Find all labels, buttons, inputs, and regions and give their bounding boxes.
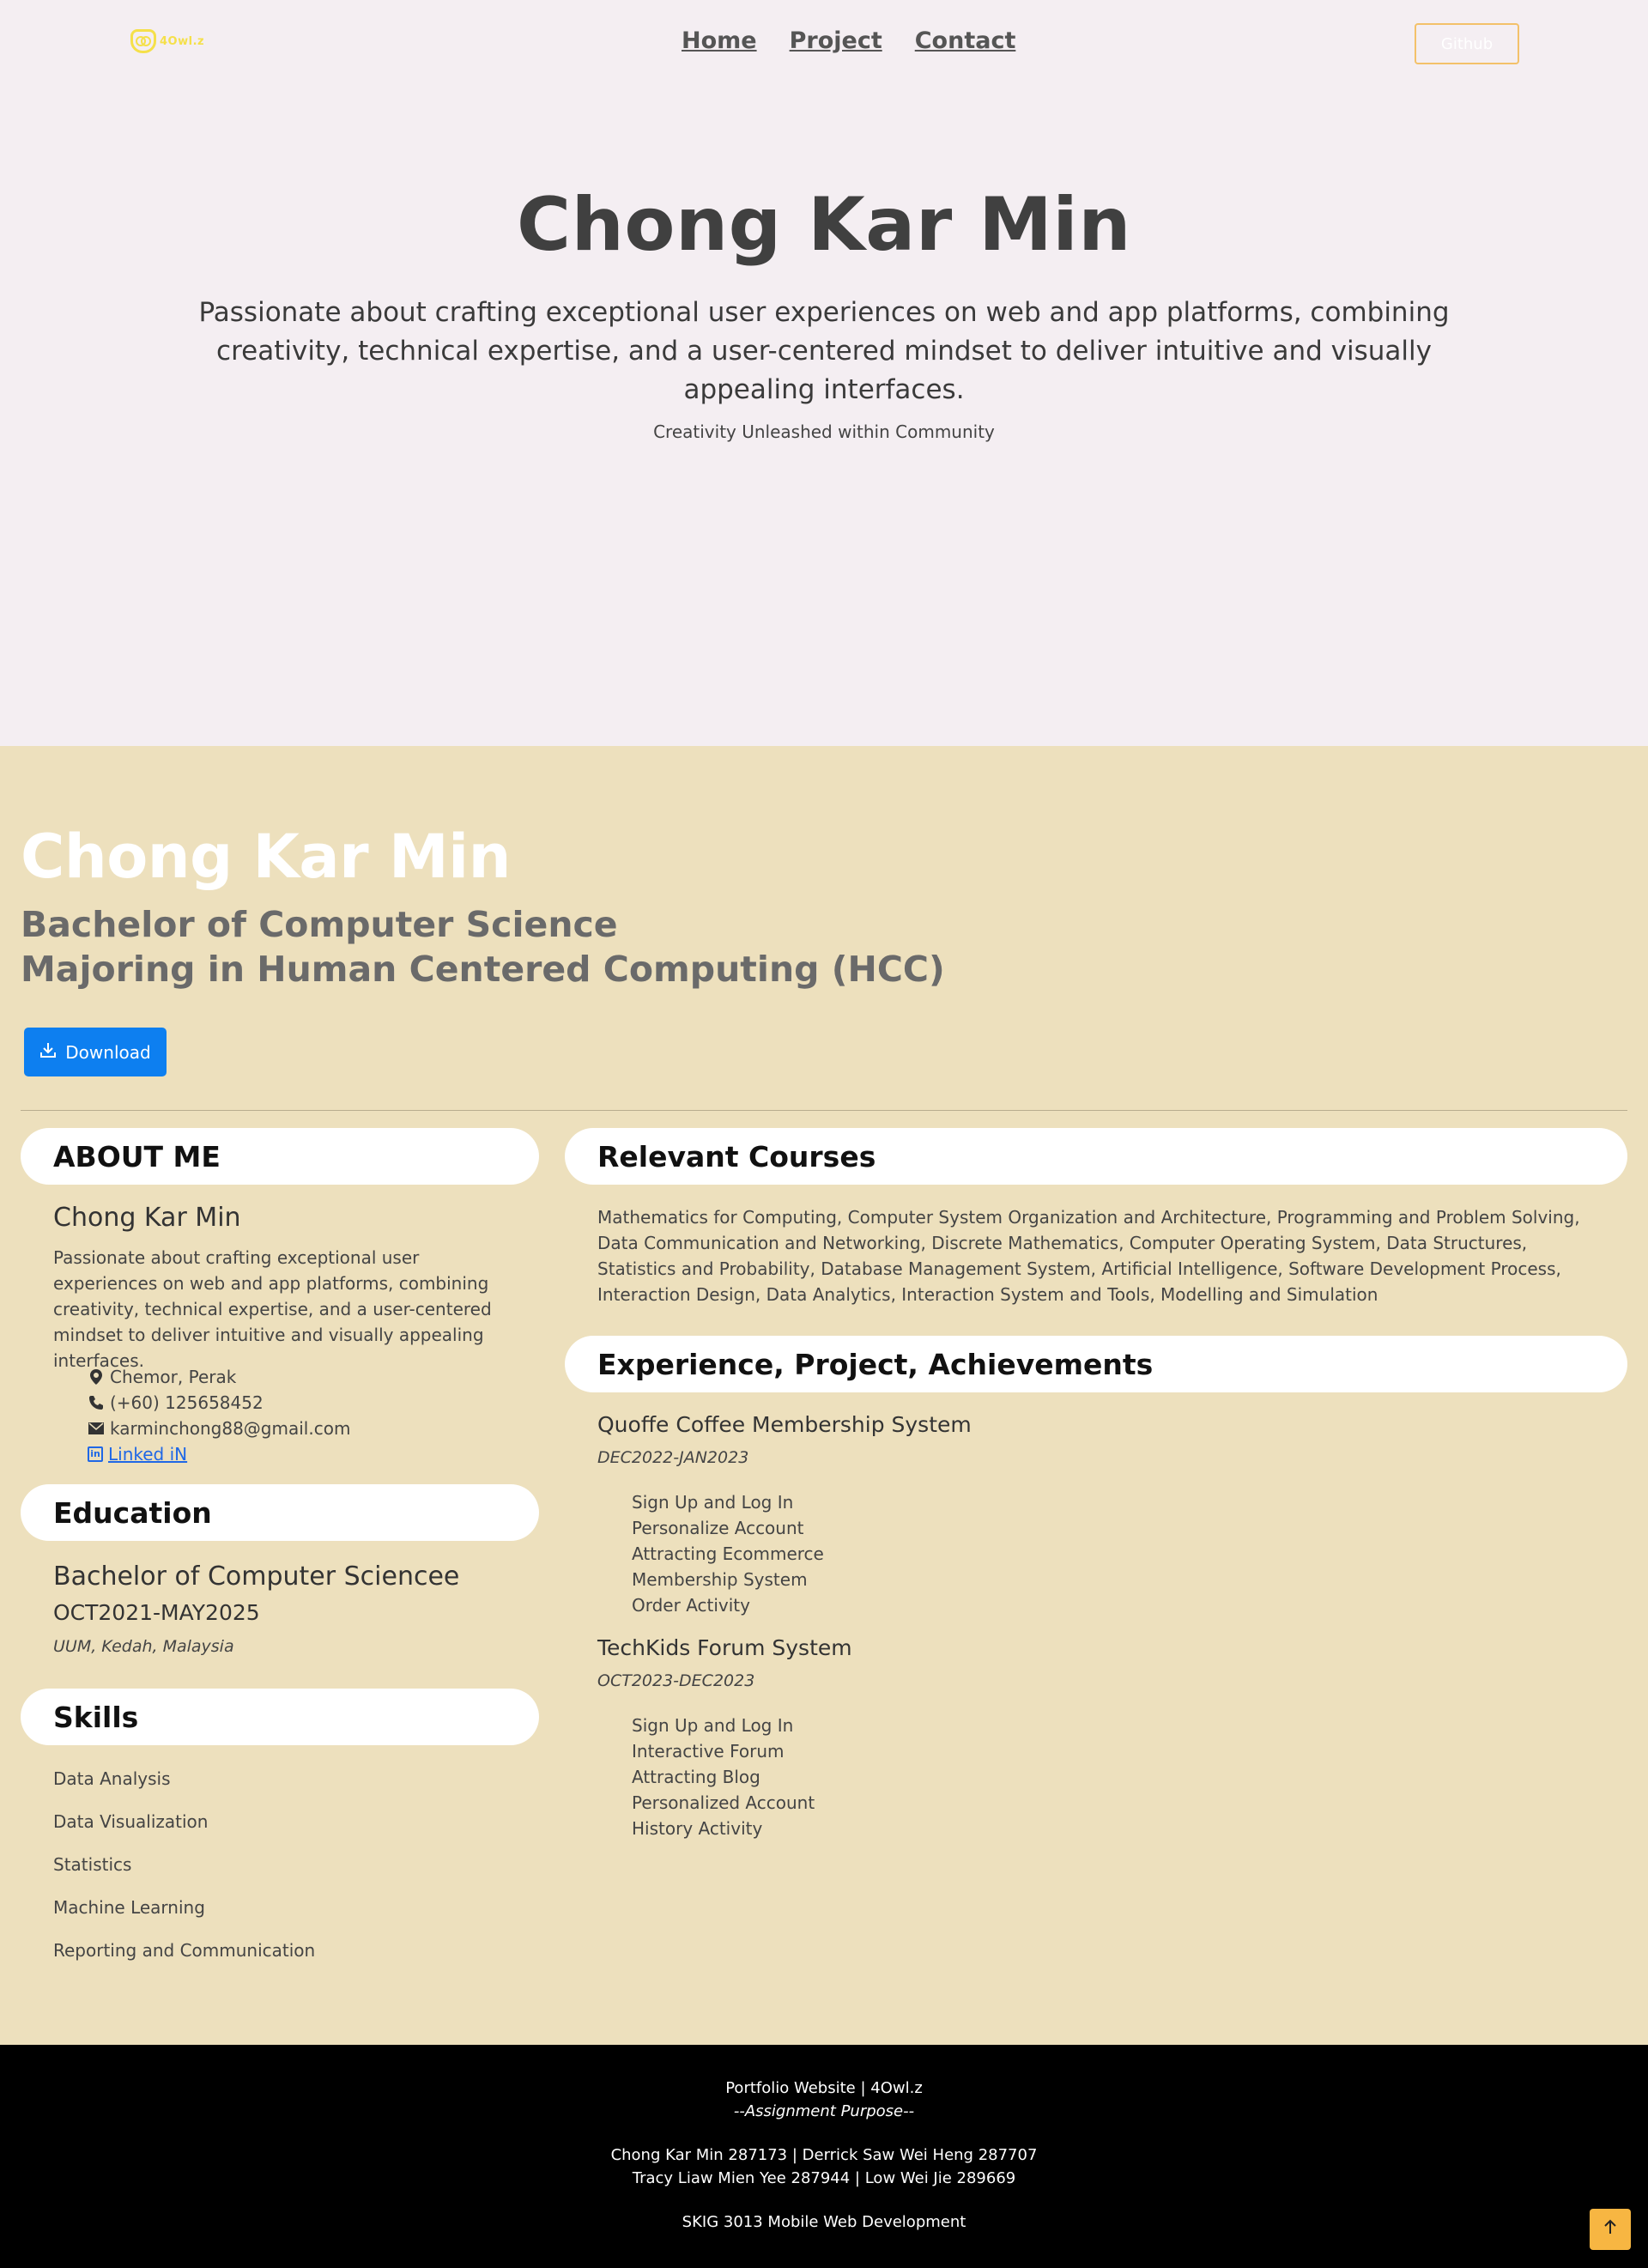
- nav-links: Home Project Contact: [682, 27, 1015, 54]
- logo[interactable]: 4Owl.z: [130, 29, 204, 53]
- project-date: DEC2022-JAN2023: [597, 1448, 749, 1467]
- profile-name: Chong Kar Min: [21, 822, 511, 892]
- skill-item: Data Visualization: [53, 1811, 209, 1832]
- nav-link-project[interactable]: Project: [790, 27, 882, 54]
- footer-site-line: Portfolio Website | 4Owl.z: [725, 2079, 923, 2097]
- project-feature: Interactive Forum: [632, 1741, 785, 1762]
- degree-line-2: Majoring in Human Centered Computing (HC…: [21, 949, 945, 990]
- about-name: Chong Kar Min: [53, 1203, 241, 1233]
- email-text: karminchong88@gmail.com: [110, 1418, 351, 1439]
- education-place: UUM, Kedah, Malaysia: [53, 1637, 234, 1656]
- contact-location: Chemor, Perak: [88, 1364, 350, 1390]
- hero-tagline: Creativity Unleashed within Community: [653, 421, 995, 442]
- github-button[interactable]: Github: [1415, 23, 1519, 64]
- footer: Portfolio Website | 4Owl.z --Assignment …: [0, 2045, 1648, 2268]
- degree-line-1: Bachelor of Computer Science: [21, 904, 618, 945]
- project-feature: Personalized Account: [632, 1792, 815, 1813]
- phone-text: (+60) 125658452: [110, 1392, 264, 1413]
- footer-members-1: Chong Kar Min 287173 | Derrick Saw Wei H…: [610, 2146, 1038, 2164]
- footer-course: SKIG 3013 Mobile Web Development: [682, 2213, 966, 2231]
- linkedin-link[interactable]: Linked iN: [108, 1441, 187, 1467]
- nav-link-home[interactable]: Home: [682, 27, 757, 54]
- education-heading: Education: [21, 1484, 539, 1541]
- arrow-up-icon: [1603, 2218, 1618, 2241]
- footer-purpose: --Assignment Purpose--: [733, 2102, 915, 2120]
- skill-item: Reporting and Communication: [53, 1940, 316, 1961]
- download-icon: [39, 1041, 57, 1063]
- project-feature-list: Sign Up and Log In Interactive Forum Att…: [632, 1713, 815, 1841]
- project-feature: Sign Up and Log In: [632, 1492, 794, 1513]
- profile-section: Chong Kar Min Bachelor of Computer Scien…: [0, 746, 1648, 2045]
- skill-item: Machine Learning: [53, 1897, 205, 1918]
- download-button[interactable]: Download: [24, 1028, 167, 1076]
- contact-email: karminchong88@gmail.com: [88, 1416, 350, 1441]
- project-date: OCT2023-DEC2023: [597, 1671, 755, 1690]
- hero-description: Passionate about crafting exceptional us…: [198, 297, 1450, 405]
- map-pin-icon: [88, 1369, 105, 1385]
- phone-icon: [88, 1395, 105, 1410]
- logo-text: 4Owl.z: [160, 34, 205, 48]
- contact-list: Chemor, Perak (+60) 125658452 karminchon…: [88, 1364, 350, 1467]
- project-feature: Personalize Account: [632, 1518, 804, 1538]
- skills-heading: Skills: [21, 1689, 539, 1745]
- owl-logo-icon: [130, 29, 156, 53]
- footer-members-2: Tracy Liaw Mien Yee 287944 | Low Wei Jie…: [632, 2169, 1016, 2187]
- project-feature: History Activity: [632, 1818, 763, 1839]
- courses-text: Mathematics for Computing, Computer Syst…: [597, 1207, 1580, 1305]
- project-title: TechKids Forum System: [597, 1635, 852, 1660]
- envelope-icon: [88, 1422, 105, 1434]
- skill-item: Statistics: [53, 1854, 132, 1875]
- project-feature: Attracting Ecommerce: [632, 1543, 824, 1564]
- education-dates: OCT2021-MAY2025: [53, 1600, 260, 1625]
- courses-heading: Relevant Courses: [565, 1128, 1627, 1185]
- project-title: Quoffe Coffee Membership System: [597, 1412, 972, 1437]
- top-navbar: 4Owl.z Home Project Contact Github: [0, 0, 1648, 86]
- project-feature: Membership System: [632, 1569, 808, 1590]
- back-to-top-button[interactable]: [1590, 2209, 1631, 2250]
- skills-list: Data Analysis Data Visualization Statist…: [53, 1766, 315, 1980]
- contact-linkedin[interactable]: in Linked iN: [88, 1441, 350, 1467]
- section-divider: [21, 1110, 1627, 1111]
- hero-title: Chong Kar Min: [517, 182, 1131, 268]
- project-feature: Order Activity: [632, 1595, 750, 1616]
- education-degree: Bachelor of Computer Sciencee: [53, 1562, 460, 1592]
- skill-item: Data Analysis: [53, 1768, 171, 1789]
- about-description: Passionate about crafting exceptional us…: [53, 1247, 492, 1371]
- profile-degree: Bachelor of Computer Science Majoring in…: [21, 902, 945, 991]
- location-text: Chemor, Perak: [110, 1367, 237, 1387]
- project-feature-list: Sign Up and Log In Personalize Account A…: [632, 1489, 824, 1618]
- download-label: Download: [65, 1041, 151, 1063]
- nav-link-contact[interactable]: Contact: [915, 27, 1016, 54]
- project-feature: Sign Up and Log In: [632, 1715, 794, 1736]
- linkedin-icon: in: [88, 1446, 103, 1462]
- project-feature: Attracting Blog: [632, 1767, 760, 1787]
- contact-phone: (+60) 125658452: [88, 1390, 350, 1416]
- about-heading: ABOUT ME: [21, 1128, 539, 1185]
- experience-heading: Experience, Project, Achievements: [565, 1336, 1627, 1392]
